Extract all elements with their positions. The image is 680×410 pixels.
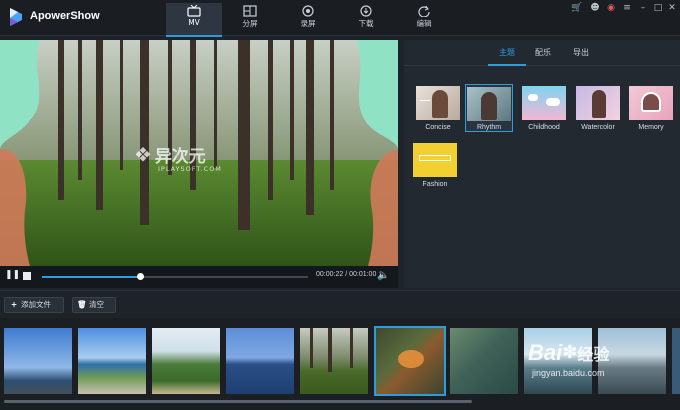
- record-icon: [302, 5, 314, 17]
- theme-rhythm-label: Rhythm: [476, 124, 502, 131]
- media-thumbnail-selected[interactable]: [374, 326, 446, 396]
- apowershow-logo-icon: [10, 8, 22, 26]
- strip-scrollbar[interactable]: [4, 400, 472, 403]
- baidu-watermark: Bai✽经验 jingyan.baidu.com: [528, 340, 609, 378]
- tab-download-label: 下载: [358, 19, 374, 28]
- title-bar: ApowerShow MV 分屏 录屏 下载 编辑 🛒 ☻ ◉ ≡ – □ ✕: [0, 0, 680, 37]
- tab-edit[interactable]: 编辑: [396, 3, 452, 35]
- user-icon[interactable]: ☻: [588, 2, 602, 14]
- baidu-brand: Bai: [528, 340, 563, 365]
- tab-split-screen[interactable]: 分屏: [222, 3, 278, 35]
- theme-memory[interactable]: Memory: [627, 86, 675, 131]
- plus-icon: +: [10, 300, 18, 309]
- tab-split-screen-label: 分屏: [242, 19, 258, 28]
- watermark-en: IPLAYSOFT.COM: [158, 165, 222, 173]
- tab-music[interactable]: 配乐: [524, 47, 562, 58]
- media-thumbnail[interactable]: [78, 328, 146, 394]
- video-preview[interactable]: ❖ 异次元 IPLAYSOFT.COM: [0, 40, 398, 266]
- baidu-paw-icon: ✽: [562, 342, 578, 362]
- download-icon: [360, 5, 372, 17]
- close-icon[interactable]: ✕: [665, 2, 679, 14]
- cart-icon[interactable]: 🛒: [570, 2, 584, 14]
- theme-fashion-label: Fashion: [422, 181, 448, 188]
- theme-concise[interactable]: Concise: [414, 86, 462, 131]
- notification-icon[interactable]: ◉: [604, 2, 618, 14]
- theme-childhood-label: Childhood: [528, 124, 560, 131]
- media-thumbnail[interactable]: [4, 328, 72, 394]
- theme-panel: 主题 配乐 导出 Concise Rhythm Childhood Waterc…: [404, 40, 680, 288]
- media-thumbnail[interactable]: [152, 328, 220, 394]
- theme-fashion-thumbnail: [413, 143, 457, 177]
- tab-mv-label: MV: [188, 18, 200, 27]
- tab-theme[interactable]: 主题: [488, 47, 526, 66]
- tab-mv[interactable]: MV: [166, 3, 222, 37]
- theme-watercolor-label: Watercolor: [581, 124, 615, 131]
- theme-concise-thumbnail: [416, 86, 460, 120]
- tab-record[interactable]: 录屏: [280, 3, 336, 35]
- tab-edit-label: 编辑: [416, 19, 432, 28]
- progress-slider[interactable]: [42, 273, 308, 280]
- theme-rhythm[interactable]: Rhythm: [465, 84, 513, 132]
- baidu-url: jingyan.baidu.com: [532, 368, 605, 378]
- progress-fill: [42, 276, 141, 278]
- media-thumbnail[interactable]: [672, 328, 680, 394]
- baidu-brand2: 经验: [577, 347, 610, 364]
- media-toolbar: + 添加文件 🗑 清空: [0, 290, 680, 318]
- refresh-edit-icon: [418, 5, 430, 17]
- trash-icon: 🗑: [77, 300, 87, 309]
- split-screen-icon: [243, 5, 257, 17]
- add-file-button[interactable]: + 添加文件: [4, 297, 64, 313]
- minimize-icon[interactable]: –: [636, 2, 650, 14]
- add-file-label: 添加文件: [21, 300, 51, 309]
- theme-watercolor-thumbnail: [576, 86, 620, 120]
- theme-watercolor[interactable]: Watercolor: [574, 86, 622, 131]
- stop-icon[interactable]: [23, 272, 31, 280]
- media-strip: Bai✽经验 jingyan.baidu.com: [0, 318, 680, 410]
- iplaysoft-logo-icon: ❖: [134, 142, 152, 167]
- media-thumbnail[interactable]: [300, 328, 368, 394]
- volume-icon[interactable]: 🔈: [377, 270, 389, 281]
- clear-label: 清空: [89, 300, 104, 309]
- clear-button[interactable]: 🗑 清空: [72, 297, 116, 313]
- progress-handle[interactable]: [137, 273, 145, 280]
- media-thumbnail[interactable]: [450, 328, 518, 394]
- media-thumbnail[interactable]: [226, 328, 294, 394]
- time-display: 00:00:22 / 00:01:00: [316, 271, 377, 278]
- theme-memory-label: Memory: [638, 124, 664, 131]
- theme-fashion[interactable]: Fashion: [411, 143, 459, 188]
- theme-memory-thumbnail: [629, 86, 673, 120]
- theme-concise-label: Concise: [425, 124, 451, 131]
- tab-record-label: 录屏: [300, 19, 316, 28]
- theme-childhood[interactable]: Childhood: [520, 86, 568, 131]
- iplaysoft-watermark: ❖ 异次元 IPLAYSOFT.COM: [134, 142, 222, 174]
- maximize-icon[interactable]: □: [651, 2, 665, 14]
- tab-export[interactable]: 导出: [562, 47, 600, 58]
- player-controls: ❚❚ 00:00:22 / 00:01:00 🔈: [0, 266, 398, 288]
- panel-tabs: 主题 配乐 导出: [404, 40, 680, 66]
- watermark-cn: 异次元: [154, 147, 206, 167]
- theme-childhood-thumbnail: [522, 86, 566, 120]
- theme-rhythm-thumbnail: [467, 87, 511, 121]
- menu-icon[interactable]: ≡: [620, 2, 634, 14]
- tab-download[interactable]: 下载: [338, 3, 394, 35]
- pause-icon[interactable]: ❚❚: [5, 270, 20, 280]
- app-title: ApowerShow: [30, 10, 100, 22]
- tv-icon: [187, 5, 201, 17]
